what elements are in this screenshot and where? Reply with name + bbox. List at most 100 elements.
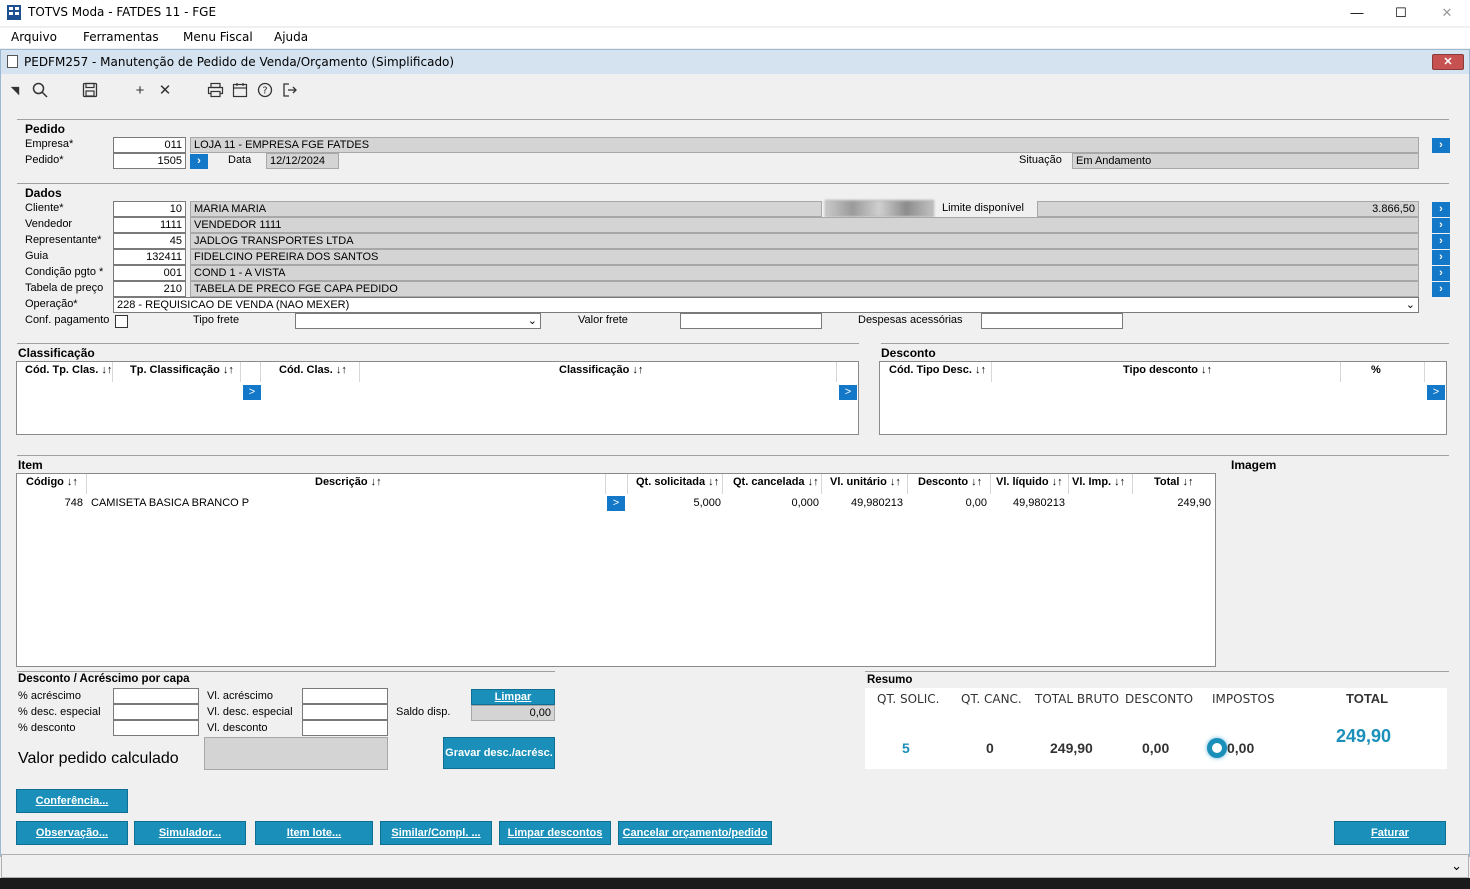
vendedor-code-input[interactable]: 1111 [113, 217, 186, 233]
cliente-lookup-button[interactable]: › [1432, 202, 1450, 217]
col-descricao[interactable]: Descrição ↓↑ [315, 476, 382, 488]
col-cod-tp-clas[interactable]: Cód. Tp. Clas. ↓↑ [25, 364, 112, 376]
cancelar-orcamento-button[interactable]: Cancelar orçamento/pedido [618, 821, 772, 845]
representante-lookup-button[interactable]: › [1432, 234, 1450, 249]
vendedor-lookup-button[interactable]: › [1432, 218, 1450, 233]
close-window-button[interactable]: ✕ [1424, 0, 1470, 26]
col-vl-liquido[interactable]: Vl. líquido ↓↑ [996, 476, 1063, 488]
faturar-button[interactable]: Faturar [1334, 821, 1446, 845]
col-qt-cancelada[interactable]: Qt. cancelada ↓↑ [733, 476, 819, 488]
help-icon[interactable]: ? [255, 82, 275, 100]
taskbar-edge [0, 878, 1470, 889]
tipo-frete-select[interactable]: ⌄ [295, 313, 541, 329]
search-icon[interactable] [30, 82, 50, 100]
save-icon[interactable] [80, 82, 100, 100]
conferencia-button[interactable]: Conferência... [16, 789, 128, 813]
blurred-field [825, 200, 934, 217]
chevron-down-icon[interactable]: ⌄ [1451, 858, 1462, 874]
valor-calculado-field [204, 737, 388, 770]
pct-desc-especial-input[interactable] [113, 704, 199, 720]
minimize-button[interactable]: — [1334, 0, 1380, 26]
col-sep [1340, 362, 1341, 382]
vl-desconto-input[interactable] [302, 720, 388, 736]
limpar-button[interactable]: Limpar [471, 689, 555, 705]
pedido-number-input[interactable]: 1505 [113, 153, 186, 169]
col-percent[interactable]: % [1371, 364, 1381, 376]
similar-compl-button[interactable]: Similar/Compl. ... [380, 821, 492, 845]
delete-icon[interactable]: ✕ [155, 82, 175, 100]
exit-icon[interactable] [280, 82, 300, 100]
resumo-qt-solic-value: 5 [902, 740, 910, 756]
col-sep [821, 474, 822, 494]
pct-desconto-input[interactable] [113, 720, 199, 736]
table-row[interactable]: 748 CAMISETA BASICA BRANCO P > 5,000 0,0… [17, 496, 1215, 514]
valor-frete-input[interactable] [680, 313, 822, 329]
col-desconto[interactable]: Desconto ↓↑ [918, 476, 982, 488]
menu-arquivo[interactable]: Arquivo [11, 30, 57, 44]
vl-acrescimo-input[interactable] [302, 688, 388, 704]
gravar-desc-button[interactable]: Gravar desc./acrésc. [443, 737, 555, 769]
col-vl-imp[interactable]: Vl. Imp. ↓↑ [1072, 476, 1125, 488]
condicao-lookup-button[interactable]: › [1432, 266, 1450, 281]
pointer-icon[interactable]: ◥ [5, 82, 25, 100]
tipo-frete-label: Tipo frete [193, 314, 240, 326]
form-title: PEDFM257 - Manutenção de Pedido de Venda… [24, 55, 455, 69]
col-total[interactable]: Total ↓↑ [1154, 476, 1194, 488]
representante-code-input[interactable]: 45 [113, 233, 186, 249]
col-cod-tipo-desc[interactable]: Cód. Tipo Desc. ↓↑ [889, 364, 986, 376]
desconto-lookup-button[interactable]: > [1427, 385, 1445, 400]
tabela-lookup-button[interactable]: › [1432, 282, 1450, 297]
col-sep [605, 474, 606, 494]
item-lookup-button[interactable]: > [607, 496, 625, 511]
col-tp-classificacao[interactable]: Tp. Classificação ↓↑ [130, 364, 234, 376]
operacao-value: 228 - REQUISICAO DE VENDA (NAO MEXER) [117, 299, 350, 311]
window-titlebar: TOTVS Moda - FATDES 11 - FGE — ☐ ✕ [0, 0, 1470, 26]
classificacao-lookup-button[interactable]: > [839, 385, 857, 400]
col-vl-unitario[interactable]: Vl. unitário ↓↑ [830, 476, 901, 488]
simulador-button[interactable]: Simulador... [134, 821, 246, 845]
vl-desconto-label: Vl. desconto [207, 722, 268, 734]
pct-acrescimo-label: % acréscimo [18, 690, 81, 702]
empresa-lookup-button[interactable]: › [1432, 138, 1450, 153]
cliente-code-input[interactable]: 10 [113, 201, 186, 217]
add-icon[interactable]: + [130, 82, 150, 100]
pct-acrescimo-input[interactable] [113, 688, 199, 704]
col-cod-clas[interactable]: Cód. Clas. ↓↑ [279, 364, 347, 376]
menu-ajuda[interactable]: Ajuda [274, 30, 308, 44]
col-tipo-desconto[interactable]: Tipo desconto ↓↑ [1123, 364, 1212, 376]
resumo-impostos-value: 0,00 [1227, 740, 1255, 756]
form-close-button[interactable]: ✕ [1432, 54, 1464, 70]
maximize-button[interactable]: ☐ [1378, 0, 1424, 26]
print-icon[interactable] [205, 82, 225, 100]
form-icon [7, 55, 18, 68]
observacao-button[interactable]: Observação... [16, 821, 128, 845]
tabela-code-input[interactable]: 210 [113, 281, 186, 297]
resumo-qt-solic-label: QT. SOLIC. [877, 692, 940, 706]
vl-desc-especial-label: Vl. desc. especial [207, 706, 293, 718]
limpar-descontos-button[interactable]: Limpar descontos [499, 821, 611, 845]
guia-code-input[interactable]: 132411 [113, 249, 186, 265]
operacao-select[interactable]: 228 - REQUISICAO DE VENDA (NAO MEXER) ⌄ [113, 297, 1419, 313]
condicao-code-input[interactable]: 001 [113, 265, 186, 281]
menu-fiscal[interactable]: Menu Fiscal [183, 30, 253, 44]
menu-ferramentas[interactable]: Ferramentas [83, 30, 159, 44]
col-codigo[interactable]: Código ↓↑ [26, 476, 78, 488]
pedido-lookup-button[interactable]: › [190, 154, 208, 169]
classificacao-grid: Cód. Tp. Clas. ↓↑ Tp. Classificação ↓↑ C… [16, 361, 859, 435]
conf-pagamento-checkbox[interactable] [115, 315, 128, 328]
despesas-input[interactable] [981, 313, 1123, 329]
guia-lookup-button[interactable]: › [1432, 250, 1450, 265]
empresa-code-input[interactable]: 011 [113, 137, 186, 153]
limite-label: Limite disponível [942, 202, 1024, 214]
col-qt-solicitada[interactable]: Qt. solicitada ↓↑ [636, 476, 719, 488]
condicao-name-field: COND 1 - A VISTA [190, 265, 1419, 281]
col-classificacao[interactable]: Classificação ↓↑ [559, 364, 643, 376]
tp-classificacao-lookup-button[interactable]: > [243, 385, 261, 400]
vl-desc-especial-input[interactable] [302, 704, 388, 720]
divider [865, 671, 1449, 672]
item-lote-button[interactable]: Item lote... [255, 821, 373, 845]
calendar-icon[interactable] [230, 82, 250, 100]
representante-name-field: JADLOG TRANSPORTES LTDA [190, 233, 1419, 249]
col-sep [836, 362, 837, 382]
section-desc-capa-title: Desconto / Acréscimo por capa [18, 673, 190, 685]
